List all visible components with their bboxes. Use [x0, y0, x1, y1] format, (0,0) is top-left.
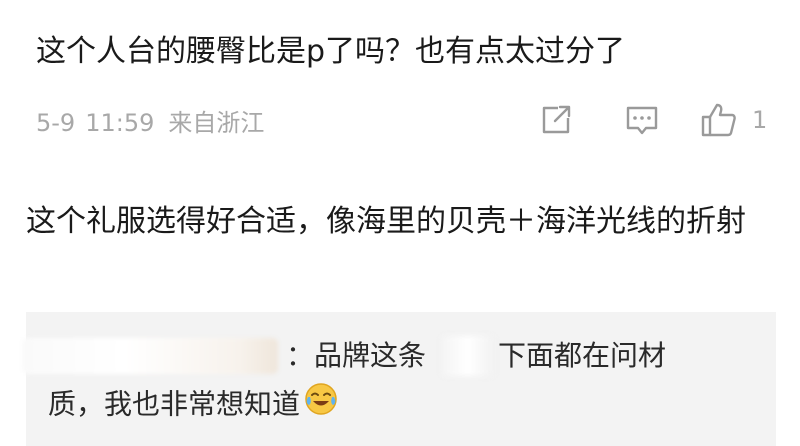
- share-icon: [542, 105, 571, 134]
- sub-reply-line2-text: 质，我也非常想知道: [48, 387, 301, 421]
- share-button[interactable]: [538, 102, 574, 138]
- like-button[interactable]: 1: [700, 102, 767, 138]
- blurred-mention: [442, 336, 494, 376]
- crying-laughing-emoji-icon: [304, 382, 338, 429]
- comment-actions: 1: [36, 100, 776, 140]
- reply-button[interactable]: [624, 102, 660, 138]
- sub-reply-line2: 质，我也非常想知道: [48, 382, 338, 429]
- comment-icon: [626, 106, 658, 135]
- blurred-username: [22, 338, 278, 374]
- comment-text: 这个人台的腰臀比是p了吗？也有点太过分了: [36, 34, 626, 69]
- thumbs-up-icon: [701, 103, 736, 137]
- like-count: 1: [752, 106, 768, 134]
- reply-text: 这个礼服选得好合适，像海里的贝壳＋海洋光线的折射: [26, 204, 746, 239]
- sub-reply-line1-part1: ：品牌这条: [286, 339, 427, 372]
- comment-meta-row: 5-9 11:59 来自浙江 1: [36, 100, 776, 140]
- sub-reply-line1-part2: 下面都在问材: [498, 339, 667, 372]
